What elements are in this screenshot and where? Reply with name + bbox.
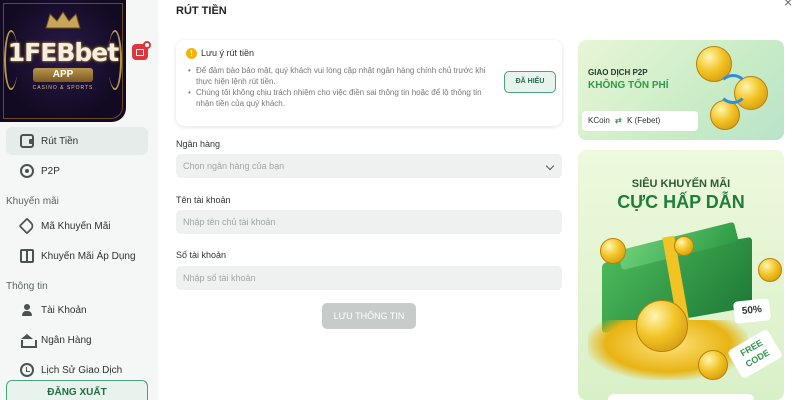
bank-select[interactable]: Chọn ngân hàng của bạn (176, 154, 562, 178)
account-number-input[interactable]: Nhập số tài khoản (176, 266, 562, 290)
history-icon (20, 363, 34, 377)
sidebar: 1FEBbet APP CASINO & SPORTS Rút Tiền P2P… (0, 0, 158, 400)
withdraw-notice: ! Lưu ý rút tiền Để đảm bảo bảo mật, quý… (176, 40, 562, 126)
notice-line: Chúng tôi không chịu trách nhiệm cho việ… (188, 87, 488, 109)
coin-icon (710, 100, 740, 130)
currency-swap: KCoin ⇄ K (Febet) (582, 111, 698, 131)
account-name-label: Tên tài khoản (176, 195, 231, 205)
chevron-down-icon (545, 161, 555, 171)
sidebar-item-label: Ngân Hàng (41, 334, 92, 346)
logo-app-ribbon: APP (33, 68, 93, 82)
notice-list: Để đảm bảo bảo mật, quý khách vui lòng c… (188, 65, 488, 109)
sidebar-item-label: Rút Tiền (41, 135, 79, 147)
crown-icon (45, 11, 81, 29)
p2p-banner-title: GIAO DỊCH P2P (588, 68, 648, 77)
swap-icon: ⇄ (615, 116, 622, 125)
gift-notification-icon[interactable] (132, 41, 151, 60)
bank-icon (20, 333, 37, 348)
coin-icon (758, 258, 782, 282)
sidebar-item-label: Tài Khoản (41, 304, 87, 316)
gift-box-icon (136, 49, 144, 56)
sidebar-item-p2p[interactable]: P2P (6, 157, 148, 185)
sidebar-item-label: Mã Khuyến Mãi (41, 220, 111, 232)
logo-tagline: CASINO & SPORTS (32, 85, 94, 91)
notification-dot (143, 41, 151, 49)
close-icon[interactable]: × (784, 0, 792, 10)
sidebar-item-withdraw[interactable]: Rút Tiền (6, 127, 148, 155)
brand-logo[interactable]: 1FEBbet APP CASINO & SPORTS (0, 0, 126, 122)
sidebar-item-label: P2P (41, 165, 60, 177)
coin-icon (636, 300, 688, 352)
logout-button[interactable]: ĐĂNG XUẤT (6, 380, 148, 400)
p2p-banner[interactable]: GIAO DỊCH P2P KHÔNG TỐN PHÍ KCoin ⇄ K (F… (578, 40, 784, 140)
bank-select-placeholder: Chọn ngân hàng của bạn (183, 161, 285, 171)
currency-to: K (Febet) (626, 116, 661, 125)
sidebar-item-promo-code[interactable]: Mã Khuyến Mãi (6, 212, 148, 240)
gift-icon (20, 249, 34, 263)
sidebar-item-bank[interactable]: Ngân Hàng (6, 326, 148, 354)
coin-icon (698, 350, 728, 380)
discount-tag: 50% (732, 298, 772, 324)
promo-banner-title: SIÊU KHUYẾN MÃI (631, 178, 731, 190)
currency-from: KCoin (588, 116, 610, 125)
user-icon (20, 303, 34, 317)
account-name-input[interactable]: Nhập tên chủ tài khoản (176, 210, 562, 234)
p2p-icon (20, 164, 34, 178)
account-number-placeholder: Nhập số tài khoản (183, 273, 256, 283)
sidebar-item-account[interactable]: Tài Khoản (6, 296, 148, 324)
promo-banner-headline: CỰC HẤP DẪN (617, 192, 745, 212)
account-name-placeholder: Nhập tên chủ tài khoản (183, 217, 276, 227)
sidebar-item-applied-promo[interactable]: Khuyến Mãi Áp Dụng (6, 242, 148, 270)
logo-brand: 1FEBbet (7, 38, 119, 67)
wallet-icon (20, 134, 34, 148)
promo-banner[interactable]: SIÊU KHUYẾN MÃI CỰC HẤP DẪN 50% FREE COD… (578, 150, 784, 400)
notice-line: Để đảm bảo bảo mật, quý khách vui lòng c… (188, 65, 488, 87)
sidebar-item-label: Khuyến Mãi Áp Dụng (41, 250, 136, 262)
banner-bottom-button[interactable] (608, 394, 754, 400)
account-number-label: Số tài khoản (176, 250, 227, 260)
p2p-banner-subtitle: KHÔNG TỐN PHÍ (588, 80, 669, 91)
notice-title: Lưu ý rút tiền (201, 48, 255, 58)
bank-label: Ngân hàng (176, 139, 221, 149)
acknowledge-button[interactable]: ĐÃ HIỂU (504, 71, 556, 93)
sidebar-item-label: Lịch Sử Giao Dịch (41, 364, 123, 376)
coin-icon (674, 236, 694, 256)
coin-icon (600, 238, 626, 264)
exchange-arrows-icon (718, 74, 748, 104)
tag-icon (18, 217, 36, 235)
warning-icon: ! (186, 48, 197, 59)
section-title-info: Thông tin (6, 281, 48, 292)
section-title-promotions: Khuyến mãi (6, 196, 59, 207)
withdraw-page: 1FEBbet APP CASINO & SPORTS Rút Tiền P2P… (0, 0, 800, 400)
save-info-button[interactable]: LƯU THÔNG TIN (322, 303, 416, 329)
page-title: RÚT TIỀN (176, 5, 227, 17)
